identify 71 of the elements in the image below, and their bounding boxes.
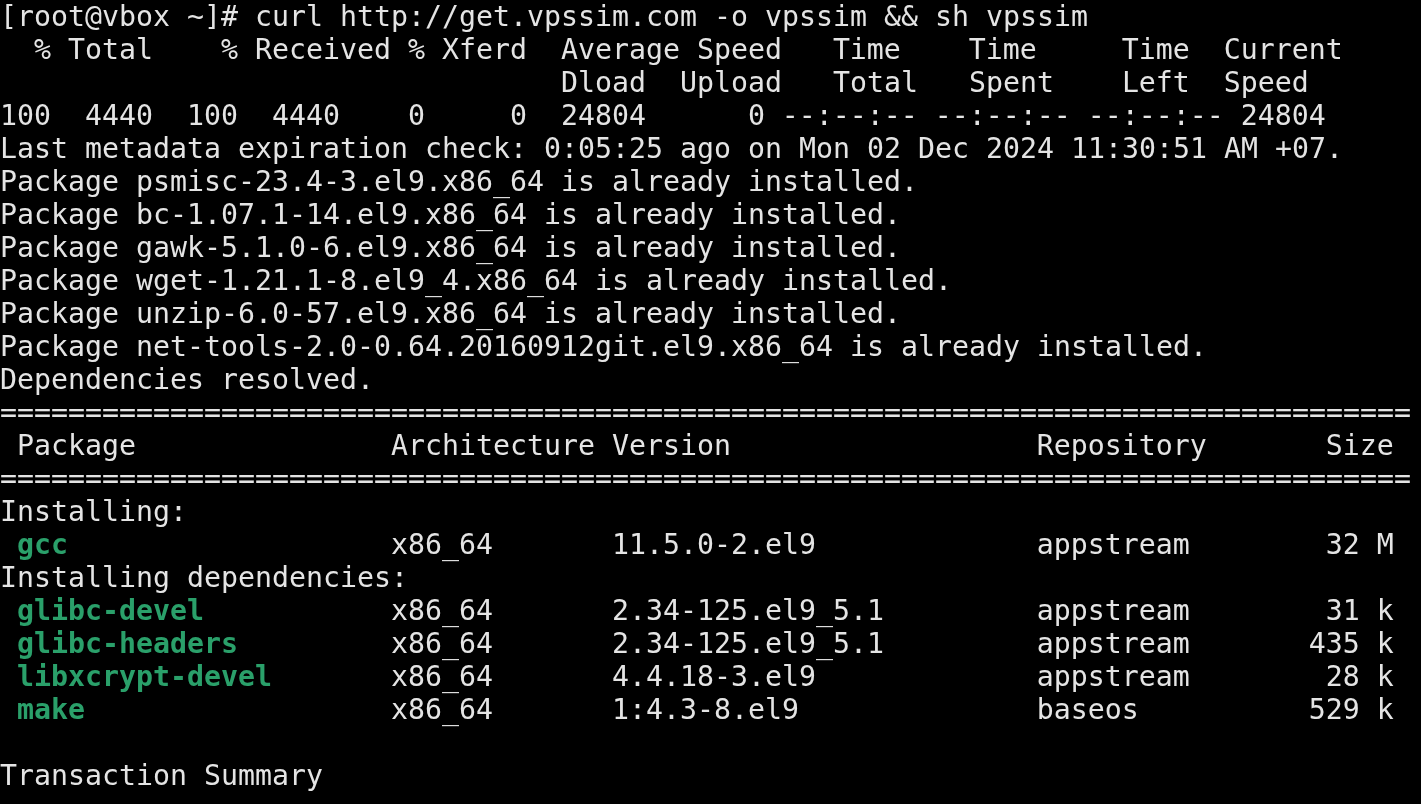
progress-column-heading: Average Speed <box>560 33 782 66</box>
progress-column-heading: Spent <box>968 66 1054 99</box>
progress-column-heading: Current <box>1223 33 1343 66</box>
size-cell: 31 k <box>1325 594 1394 627</box>
progress-value: 0 <box>509 99 527 132</box>
package-name: glibc-devel <box>17 594 204 627</box>
progress-column-heading: Time <box>968 33 1037 66</box>
group-heading: Installing dependencies: <box>0 561 408 594</box>
version-cell: 4.4.18-3.el9 <box>611 660 816 693</box>
progress-column-heading: % Xferd <box>407 33 527 66</box>
group-heading: Installing: <box>0 495 187 528</box>
progress-column-heading: Left <box>1121 66 1190 99</box>
progress-value: 24804 <box>1240 99 1326 132</box>
package-name: gcc <box>17 528 68 561</box>
repository-cell: appstream <box>1036 660 1190 693</box>
log-message: Package unzip-6.0-57.el9.x86_64 is already installed. <box>0 297 901 330</box>
progress-value: 4440 <box>271 99 340 132</box>
progress-column-heading: Time <box>1121 33 1190 66</box>
architecture-cell: x86_64 <box>390 627 493 660</box>
size-cell: 32 M <box>1325 528 1394 561</box>
progress-value: 100 <box>186 99 238 132</box>
version-cell: 11.5.0-2.el9 <box>611 528 816 561</box>
separator-line: =================================================================================== <box>0 396 1411 429</box>
version-cell: 1:4.3-8.el9 <box>611 693 799 726</box>
progress-column-heading: Dload <box>560 66 646 99</box>
version-cell: 2.34-125.el9_5.1 <box>611 627 884 660</box>
architecture-cell: x86_64 <box>390 693 493 726</box>
progress-column-heading: % Total <box>34 33 153 66</box>
repository-cell: appstream <box>1036 528 1190 561</box>
progress-value: 4440 <box>85 99 153 132</box>
log-message: Package wget-1.21.1-8.el9_4.x86_64 is already installed. <box>0 264 952 297</box>
progress-value: 100 <box>0 99 51 132</box>
package-name: libxcrypt-devel <box>17 660 272 693</box>
log-message: Package gawk-5.1.0-6.el9.x86_64 is already installed. <box>0 231 901 264</box>
log-message: Package net-tools-2.0-0.64.20160912git.el9.x86_64 is already installed. <box>0 330 1207 363</box>
shell-prompt: [root@vbox ~]# <box>0 0 238 33</box>
progress-column-heading: Speed <box>1223 66 1309 99</box>
package-name: make <box>17 693 85 726</box>
column-header: Package <box>17 429 136 462</box>
repository-cell: appstream <box>1036 594 1190 627</box>
column-header: Version <box>611 429 731 462</box>
section-heading: Transaction Summary <box>0 759 323 792</box>
progress-value: 24804 <box>560 99 646 132</box>
column-header: Size <box>1325 429 1394 462</box>
architecture-cell: x86_64 <box>390 594 493 627</box>
size-cell: 529 k <box>1308 693 1394 726</box>
architecture-cell: x86_64 <box>390 528 493 561</box>
repository-cell: appstream <box>1036 627 1190 660</box>
progress-column-heading: Time <box>832 33 901 66</box>
progress-value: --:--:-- <box>1087 99 1224 132</box>
progress-value: 0 <box>747 99 765 132</box>
log-message: Package bc-1.07.1-14.el9.x86_64 is already installed. <box>0 198 901 231</box>
progress-column-heading: Upload <box>679 66 782 99</box>
separator-line: =================================================================================== <box>0 462 1411 495</box>
column-header: Architecture <box>390 429 595 462</box>
size-cell: 435 k <box>1308 627 1394 660</box>
log-message: Dependencies resolved. <box>0 363 374 396</box>
repository-cell: baseos <box>1036 693 1139 726</box>
progress-column-heading: % Received <box>220 33 391 66</box>
progress-value: --:--:-- <box>781 99 918 132</box>
log-message: Package psmisc-23.4-3.el9.x86_64 is already installed. <box>0 165 918 198</box>
progress-column-heading: Total <box>832 66 918 99</box>
architecture-cell: x86_64 <box>390 660 493 693</box>
version-cell: 2.34-125.el9_5.1 <box>611 594 884 627</box>
package-name: glibc-headers <box>17 627 238 660</box>
progress-value: --:--:-- <box>934 99 1071 132</box>
command-text: curl http://get.vpssim.com -o vpssim && sh vpssim <box>254 0 1088 33</box>
progress-value: 0 <box>407 99 425 132</box>
log-message: Last metadata expiration check: 0:05:25 ago on Mon 02 Dec 2024 11:30:51 AM +07. <box>0 132 1343 165</box>
size-cell: 28 k <box>1325 660 1394 693</box>
column-header: Repository <box>1036 429 1207 462</box>
